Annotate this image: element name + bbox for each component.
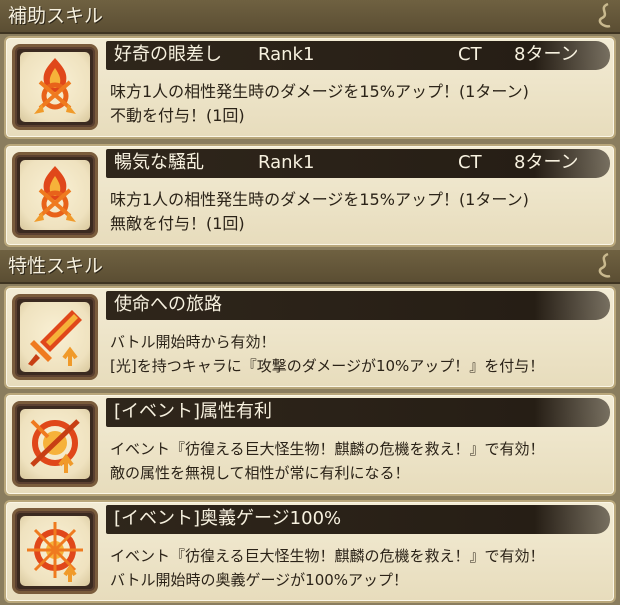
scroll-flourish-icon — [598, 2, 611, 28]
crossed-circle-icon — [30, 419, 80, 473]
skill-rank: Rank1 — [258, 152, 315, 173]
skill-panel: 補助スキル 好奇の眼差し Rank1 CT 8ターン 味方1人の相性発生時のダメ… — [0, 0, 620, 605]
skill-ct-label: CT — [458, 44, 482, 65]
skill-card[interactable]: [イベント]属性有利 イベント『彷徨える巨大怪生物！麒麟の危機を救え！』で有効！… — [4, 393, 616, 496]
flame-arrows-icon — [34, 166, 76, 222]
skill-ct-label: CT — [458, 152, 482, 173]
skill-name: 好奇の眼差し — [114, 44, 222, 65]
skill-title-bar: 暢気な騒乱 Rank1 CT 8ターン — [106, 149, 610, 178]
skill-icon-frame — [12, 44, 98, 130]
skill-description-line: 無敵を付与！(1回) — [110, 214, 245, 233]
skill-description-line: イベント『彷徨える巨大怪生物！麒麟の危機を救え！』で有効！ — [110, 547, 545, 565]
skill-card[interactable]: 好奇の眼差し Rank1 CT 8ターン 味方1人の相性発生時のダメージを15%… — [4, 36, 616, 139]
skill-description-line: 味方1人の相性発生時のダメージを15%アップ！(1ターン) — [110, 190, 529, 209]
skill-card[interactable]: [イベント]奥義ゲージ100% イベント『彷徨える巨大怪生物！麒麟の危機を救え！… — [4, 500, 616, 603]
skill-description-line: イベント『彷徨える巨大怪生物！麒麟の危機を救え！』で有効！ — [110, 440, 545, 458]
skill-icon-frame — [12, 152, 98, 238]
skill-icon-frame — [12, 401, 98, 487]
burst-emblem-icon — [27, 522, 83, 582]
section-title: 特性スキル — [8, 255, 104, 277]
skill-card[interactable]: 暢気な騒乱 Rank1 CT 8ターン 味方1人の相性発生時のダメージを15%ア… — [4, 144, 616, 247]
skill-title-bar: 使命への旅路 — [106, 291, 610, 320]
skill-description-line: 不動を付与！(1回) — [110, 106, 245, 125]
skill-name: 使命への旅路 — [114, 294, 222, 315]
skill-name: 暢気な騒乱 — [114, 152, 204, 173]
skill-icon-frame — [12, 294, 98, 380]
skill-description-line: バトル開始時の奥義ゲージが100%アップ！ — [110, 571, 409, 589]
skill-description-line: バトル開始時から有効！ — [110, 333, 276, 351]
section-header-support: 補助スキル — [0, 0, 620, 34]
skill-description-line: 敵の属性を無視して相性が常に有利になる！ — [110, 464, 410, 482]
skill-icon-frame — [12, 508, 98, 594]
skill-name: [イベント]属性有利 — [114, 401, 273, 422]
scroll-flourish-icon — [598, 252, 611, 278]
skill-card[interactable]: 使命への旅路 バトル開始時から有効！ [光]を持つキャラに『攻撃のダメージが10… — [4, 286, 616, 389]
sword-up-icon — [28, 310, 82, 366]
skill-title-bar: 好奇の眼差し Rank1 CT 8ターン — [106, 41, 610, 70]
flame-arrows-icon — [34, 58, 76, 114]
section-header-trait: 特性スキル — [0, 250, 620, 284]
skill-rank: Rank1 — [258, 44, 315, 65]
skill-title-bar: [イベント]奥義ゲージ100% — [106, 505, 610, 534]
skill-description-line: [光]を持つキャラに『攻撃のダメージが10%アップ！』を付与！ — [110, 357, 545, 375]
skill-title-bar: [イベント]属性有利 — [106, 398, 610, 427]
skill-ct-value: 8ターン — [514, 152, 579, 173]
skill-name: [イベント]奥義ゲージ100% — [114, 508, 342, 529]
skill-ct-value: 8ターン — [514, 44, 579, 65]
section-title: 補助スキル — [8, 5, 104, 27]
skill-description-line: 味方1人の相性発生時のダメージを15%アップ！(1ターン) — [110, 82, 529, 101]
